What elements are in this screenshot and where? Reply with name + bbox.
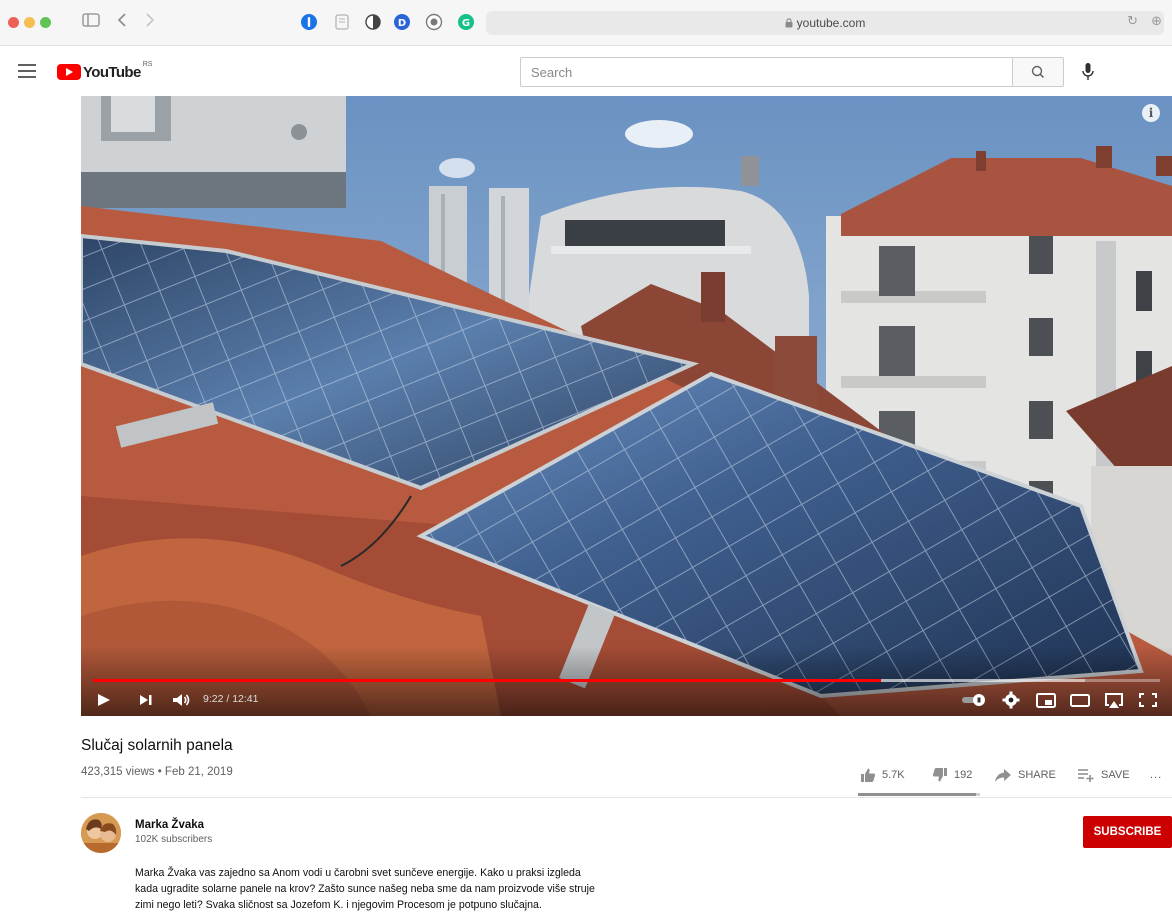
video-player[interactable]: i 9:22 / 12:41: [81, 96, 1172, 716]
sentiment-dislike-portion: [976, 793, 980, 796]
logo-text: YouTube: [83, 63, 141, 81]
description-line: zimi nego leti? Svaka sličnost sa Jozefo…: [135, 899, 542, 911]
video-meta: 423,315 views • Feb 21, 2019: [81, 766, 233, 778]
video-frame: [81, 96, 1172, 716]
forward-icon[interactable]: [142, 11, 158, 33]
search-button[interactable]: [1012, 57, 1064, 87]
youtube-header: YouTube RS Search: [0, 46, 1172, 96]
progress-bar[interactable]: [93, 679, 1160, 682]
onepassword-icon[interactable]: [300, 13, 318, 31]
info-icon[interactable]: i: [1142, 104, 1160, 122]
extension-menu-icon[interactable]: ⊕: [1151, 14, 1162, 29]
reload-icon[interactable]: ↻: [1127, 14, 1138, 29]
address-bar-url: youtube.com: [486, 16, 1164, 30]
thumbs-down-icon: [932, 768, 947, 782]
airplay-icon[interactable]: [1101, 688, 1127, 712]
fullscreen-icon[interactable]: [1135, 688, 1161, 712]
share-label: SHARE: [1018, 769, 1056, 781]
theater-mode-icon[interactable]: [1067, 688, 1093, 712]
description-line: Marka Žvaka vas zajedno sa Anom vodi u č…: [135, 867, 581, 879]
url-text: youtube.com: [796, 16, 866, 30]
share-button[interactable]: SHARE: [994, 766, 1056, 784]
subscriber-count: 102K subscribers: [135, 834, 213, 845]
play-icon[interactable]: [93, 688, 115, 712]
sidebar-toggle-icon[interactable]: [80, 11, 102, 33]
description-line: kada ugradite solarne panele na krov? Za…: [135, 883, 595, 895]
address-bar[interactable]: youtube.com ↻ ⊕: [486, 11, 1164, 35]
save-label: SAVE: [1101, 769, 1130, 781]
lock-icon: [785, 18, 793, 28]
next-icon[interactable]: [135, 688, 157, 712]
more-actions-button[interactable]: ...: [1150, 766, 1162, 784]
video-description: Marka Žvaka vas zajedno sa Anom vodi u č…: [135, 865, 675, 913]
divider: [81, 797, 1172, 798]
privacy-extension-icon[interactable]: [425, 13, 443, 31]
search-placeholder: Search: [531, 65, 573, 80]
d-extension-icon[interactable]: D: [393, 13, 411, 31]
microphone-icon[interactable]: [1080, 62, 1096, 82]
like-count: 5.7K: [882, 769, 905, 781]
logo-country-code: RS: [142, 61, 153, 68]
search-input[interactable]: Search: [520, 57, 1012, 87]
close-window-button[interactable]: [8, 17, 19, 28]
menu-icon[interactable]: [18, 64, 36, 78]
youtube-play-logo-icon: [57, 64, 81, 80]
zoom-window-button[interactable]: [40, 17, 51, 28]
grammarly-icon[interactable]: G: [457, 13, 475, 31]
sentiment-like-portion: [858, 793, 977, 796]
youtube-logo[interactable]: YouTube RS: [57, 61, 153, 81]
minimize-window-button[interactable]: [24, 17, 35, 28]
subscribe-button[interactable]: SUBSCRIBE: [1083, 816, 1172, 848]
time-display: 9:22 / 12:41: [203, 693, 259, 705]
browser-toolbar: D G youtube.com ↻ ⊕: [0, 0, 1172, 46]
svg-text:G: G: [462, 18, 470, 29]
dislike-button[interactable]: 192: [932, 766, 972, 784]
sentiment-bar: [858, 793, 980, 796]
channel-name[interactable]: Marka Žvaka: [135, 819, 204, 831]
progress-played: [93, 679, 881, 682]
thumbs-up-icon: [861, 768, 876, 782]
search-icon: [1031, 65, 1045, 79]
autoplay-toggle[interactable]: [959, 688, 989, 712]
dislike-count: 192: [954, 769, 973, 781]
playlist-add-icon: [1078, 769, 1094, 782]
more-actions-label: ...: [1150, 769, 1163, 781]
contrast-icon[interactable]: [364, 13, 382, 31]
save-button[interactable]: SAVE: [1077, 766, 1130, 784]
back-icon[interactable]: [114, 11, 130, 33]
volume-icon[interactable]: [169, 688, 193, 712]
svg-text:D: D: [398, 18, 406, 29]
video-title: Slučaj solarnih panela: [81, 737, 233, 754]
miniplayer-icon[interactable]: [1033, 688, 1059, 712]
like-button[interactable]: 5.7K: [860, 766, 905, 784]
reader-icon[interactable]: [333, 13, 351, 31]
share-icon: [995, 769, 1011, 782]
settings-gear-icon[interactable]: [999, 688, 1023, 712]
channel-avatar[interactable]: [81, 813, 121, 853]
